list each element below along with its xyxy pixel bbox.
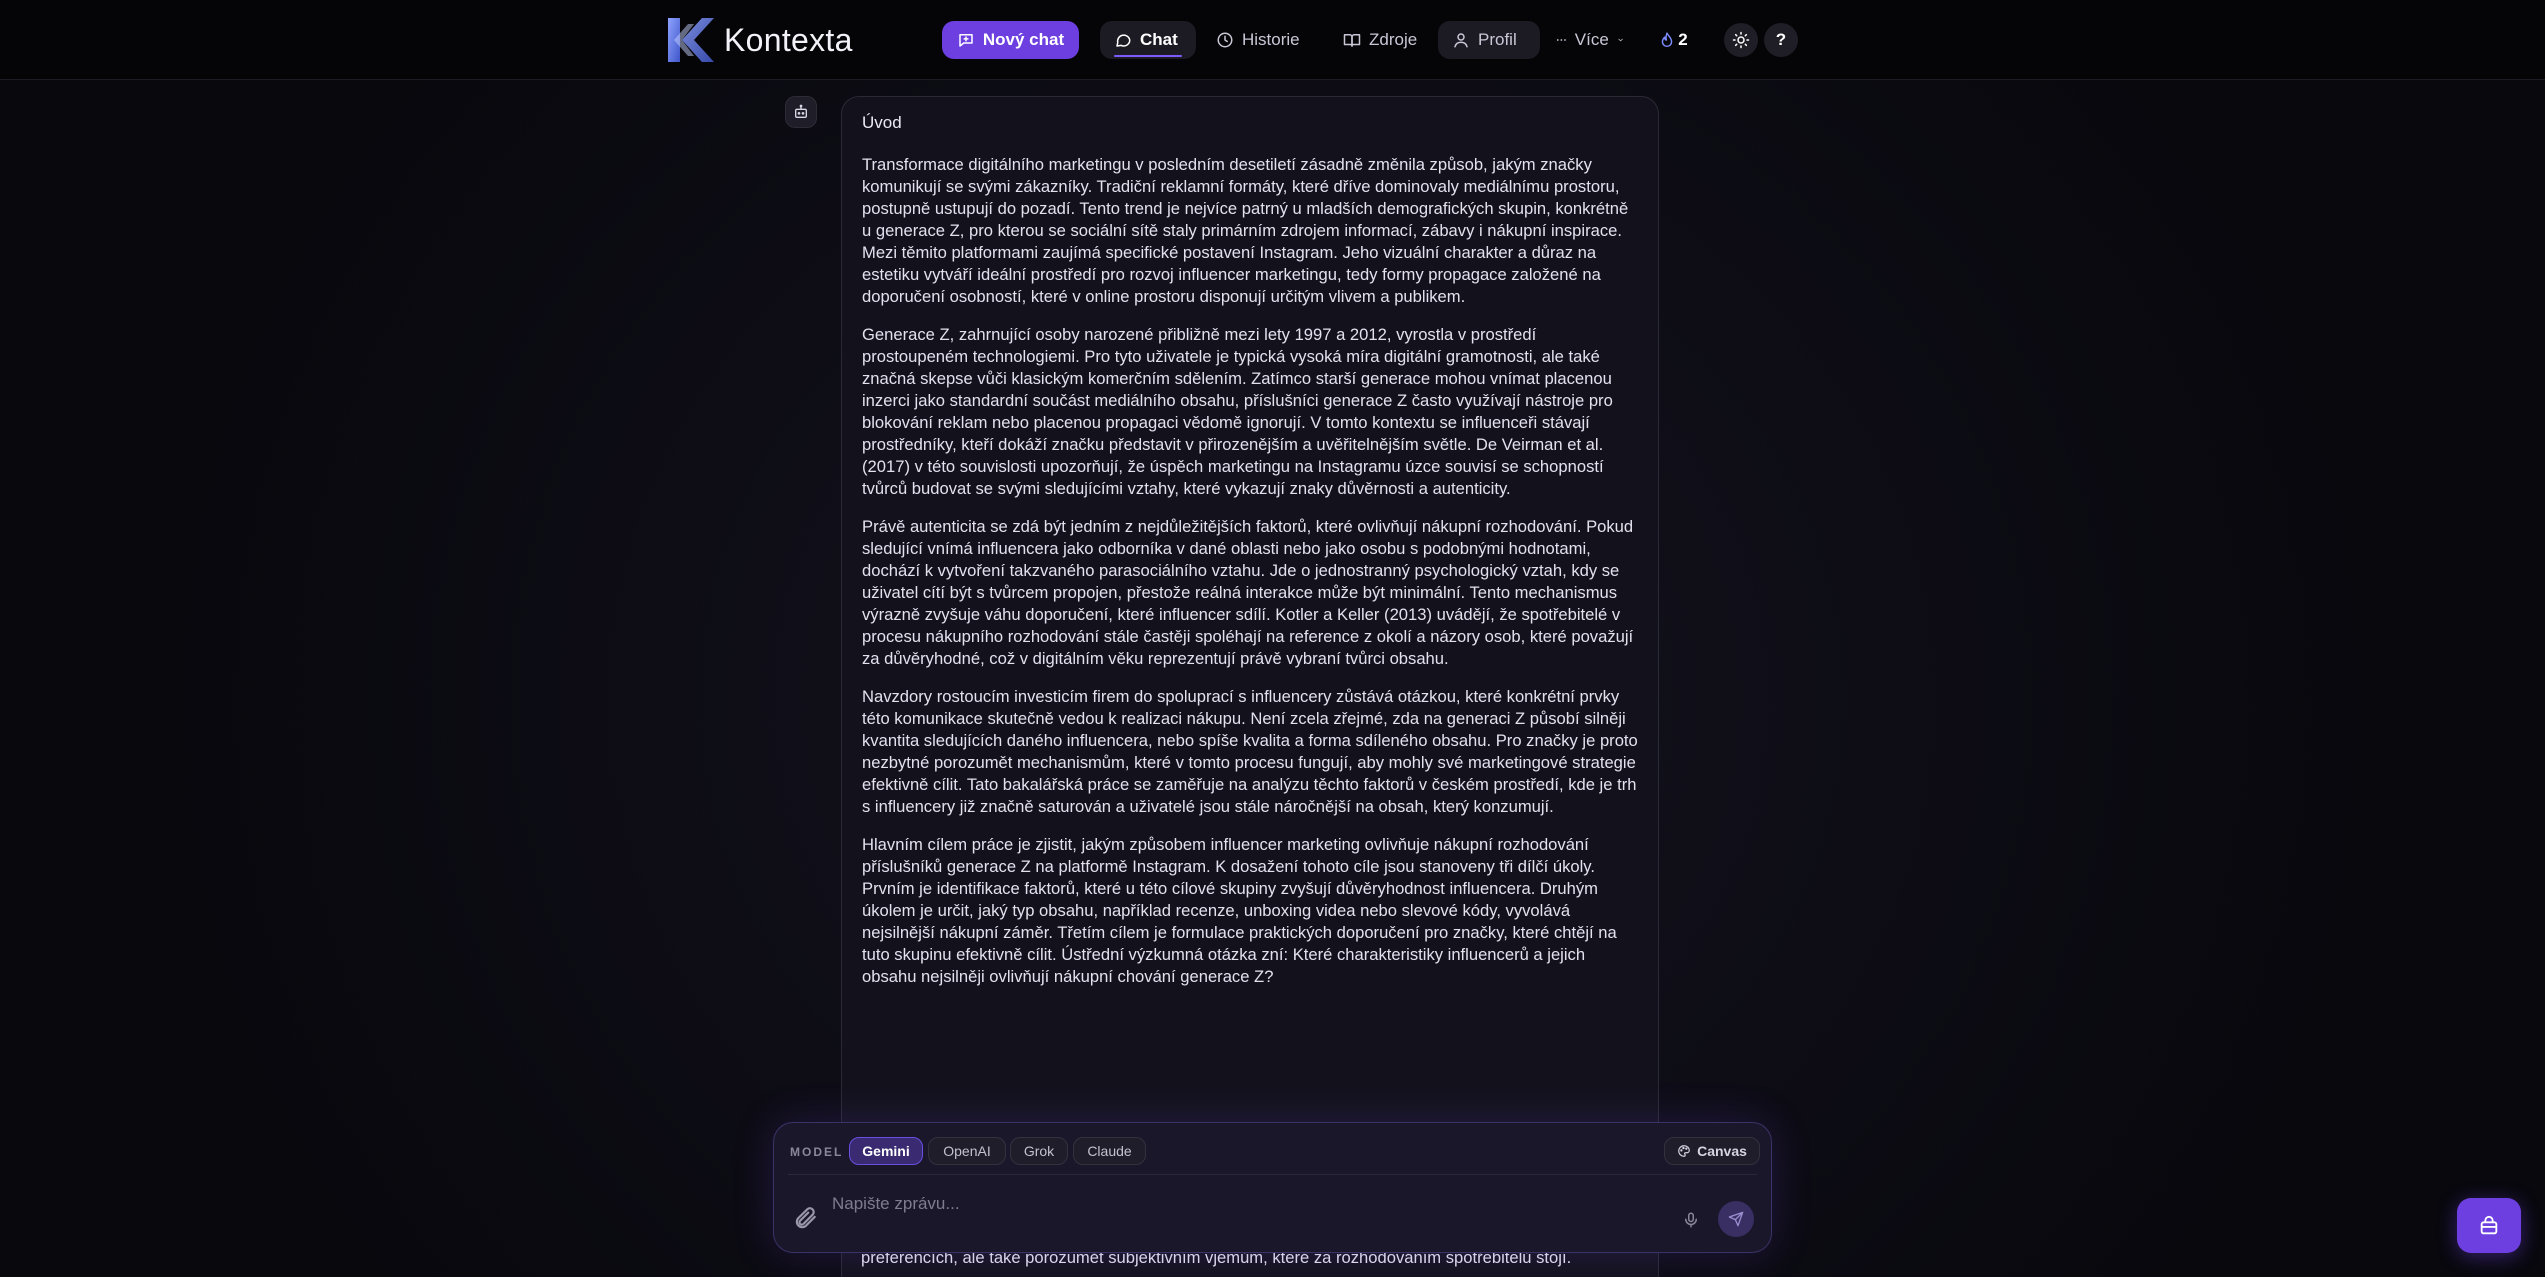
- credits-count: 2: [1678, 30, 1688, 49]
- canvas-button[interactable]: Canvas: [1664, 1137, 1760, 1165]
- model-chip-claude[interactable]: Claude: [1073, 1137, 1146, 1165]
- help-label: ?: [1775, 30, 1787, 49]
- nav-history[interactable]: Historie: [1202, 21, 1317, 59]
- message-paragraph: Transformace digitálního marketingu v po…: [862, 155, 1629, 306]
- book-icon: [1343, 34, 1361, 47]
- theme-toggle-button[interactable]: [1724, 23, 1758, 57]
- assistant-avatar: [785, 96, 817, 128]
- kontexta-logo-icon: [668, 18, 714, 62]
- chat-plus-icon: [959, 34, 973, 47]
- new-chat-button[interactable]: Nový chat: [942, 21, 1079, 59]
- assistant-message: Úvod Transformace digitálního marketingu…: [841, 96, 1659, 1277]
- chat-bubble-icon: [1116, 34, 1131, 47]
- help-button[interactable]: ?: [1764, 23, 1798, 57]
- message-composer: MODEL Gemini OpenAI Grok Claude Canvas: [773, 1122, 1772, 1253]
- message-paragraph: Hlavním cílem práce je zjistit, jakým zp…: [862, 835, 1617, 986]
- model-label: MODEL: [790, 1145, 844, 1159]
- user-icon: [1454, 33, 1468, 48]
- message-heading: Úvod: [862, 113, 902, 132]
- app-name: Kontexta: [724, 21, 853, 58]
- message-input[interactable]: [832, 1189, 1632, 1219]
- nav-more-label: Více: [1574, 30, 1609, 49]
- new-chat-label: Nový chat: [982, 30, 1065, 49]
- chevron-down-icon: [1618, 38, 1623, 42]
- credits-badge[interactable]: 2: [1650, 21, 1698, 59]
- model-chip-openai[interactable]: OpenAI: [928, 1137, 1006, 1165]
- nav-sources[interactable]: Zdroje: [1329, 21, 1439, 59]
- nav-chat[interactable]: Chat: [1100, 21, 1196, 59]
- floating-action-button[interactable]: [2457, 1198, 2521, 1253]
- model-chip-gemini[interactable]: Gemini: [849, 1137, 923, 1165]
- microphone-icon[interactable]: [1682, 1211, 1700, 1229]
- robot-icon: [795, 104, 807, 118]
- nav-profile-label: Profil: [1478, 30, 1517, 49]
- nav-sources-label: Zdroje: [1369, 30, 1418, 49]
- app-logo[interactable]: Kontexta: [664, 14, 853, 66]
- message-paragraph: Navzdory rostoucím investicím firem do s…: [862, 687, 1638, 816]
- nav-chat-label: Chat: [1140, 30, 1178, 49]
- flame-icon: [1661, 32, 1673, 47]
- nav-profile[interactable]: Profil: [1438, 21, 1540, 59]
- paperclip-icon[interactable]: [792, 1205, 818, 1231]
- active-tab-indicator: [1114, 55, 1182, 57]
- send-button[interactable]: [1718, 1201, 1754, 1237]
- canvas-label: Canvas: [1697, 1143, 1747, 1159]
- send-icon: [1728, 1211, 1744, 1227]
- message-paragraph: Právě autenticita se zdá být jedním z ne…: [862, 517, 1634, 668]
- sun-icon: [1732, 31, 1750, 49]
- model-chip-grok[interactable]: Grok: [1010, 1137, 1068, 1165]
- top-bar: Kontexta Nový chat Chat Historie Zdroje …: [0, 0, 2545, 80]
- nav-more[interactable]: Více: [1542, 21, 1638, 59]
- palette-icon: [1678, 1145, 1690, 1157]
- nav-history-label: Historie: [1242, 30, 1300, 49]
- clock-icon: [1217, 32, 1233, 48]
- bag-icon: [2480, 1215, 2498, 1234]
- dots-icon: [1556, 39, 1566, 41]
- message-paragraph: Generace Z, zahrnující osoby narozené př…: [862, 325, 1613, 498]
- composer-divider: [788, 1174, 1757, 1175]
